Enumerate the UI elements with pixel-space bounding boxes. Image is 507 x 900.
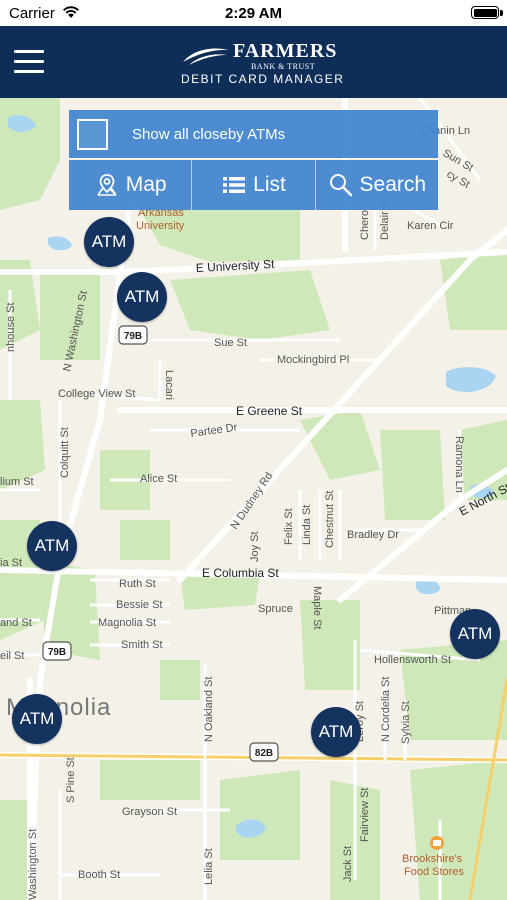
battery-tip [500,10,503,16]
street-label: Jack St [342,846,354,882]
street-label: Chero [359,210,371,240]
search-button[interactable]: Search [315,160,438,210]
map-view-label: Map [125,173,167,196]
show-all-label: Show all closeby ATMs [132,125,286,143]
street-label: Joy St [249,531,261,562]
street-label: Fairview St [359,788,371,842]
atm-marker[interactable]: ATM [117,272,167,322]
street-label: College View St [58,388,135,400]
map-view[interactable]: E University St Sue St Mockingbird Pl Co… [0,98,507,900]
street-label: lium St [0,476,34,488]
map-pin-icon [97,174,117,196]
route-shield: 82B [249,742,279,762]
street-label: Hollensworth St [374,654,451,666]
svg-text:79B: 79B [48,647,66,658]
map-canvas: E University St Sue St Mockingbird Pl Co… [0,98,507,900]
atm-marker[interactable]: ATM [450,609,500,659]
street-label: Karen Cir [407,220,454,232]
street-label: ia St [0,557,22,569]
street-label: Booth St [78,869,120,881]
street-label: Lacari [163,370,175,400]
poi-label: Brookshire's [402,853,463,865]
poi-label: University [136,220,185,232]
atm-marker[interactable]: ATM [84,217,134,267]
street-label: Colquitt St [59,427,71,478]
map-controls: Show all closeby ATMs Map List Search [69,110,438,210]
brand-subtitle: BANK & TRUST [251,62,316,71]
street-label: eil St [0,650,24,662]
brand-name: FARMERS [233,40,338,62]
street-label: nhouse St [5,302,17,352]
street-label: Smith St [121,639,163,651]
route-shield: 79B [42,641,72,661]
list-view-label: List [253,173,286,196]
street-label: Mockingbird Pl [277,354,349,366]
street-label: E Columbia St [202,566,279,580]
street-label: Felix St [283,508,295,545]
street-label: N Oakland St [203,677,215,742]
atm-marker[interactable]: ATM [12,694,62,744]
list-view-button[interactable]: List [192,160,316,210]
brand-swoosh-icon [183,48,229,65]
show-all-toggle[interactable]: Show all closeby ATMs [69,110,438,158]
street-label: Sue St [214,337,247,349]
map-view-button[interactable]: Map [69,160,193,210]
show-all-checkbox[interactable] [77,118,108,150]
status-time: 2:29 AM [225,5,282,22]
poi-label: Food Stores [404,866,464,878]
svg-text:79B: 79B [124,331,142,342]
street-label: Bradley Dr [347,529,399,541]
street-label: Washington St [27,829,39,900]
street-label: Grayson St [122,806,177,818]
street-label: Sylvia St [400,701,412,744]
battery-icon [471,6,499,19]
search-icon [329,174,352,197]
street-label: N Cordelia St [380,677,392,742]
menu-icon[interactable] [14,50,44,74]
street-label: Bessie St [116,599,162,611]
street-label: and St [0,617,32,629]
search-label: Search [359,173,427,196]
svg-text:82B: 82B [255,748,273,759]
street-label: Lelia St [203,848,215,885]
app-header: FARMERS BANK & TRUST DEBIT CARD MANAGER [0,26,507,98]
street-label: Linda St [301,505,313,545]
list-icon [223,177,246,193]
view-switcher: Map List Search [69,160,438,210]
street-label: E Greene St [236,404,303,418]
street-label: Magnolia St [98,617,156,629]
status-bar: Carrier 2:29 AM [0,0,507,26]
street-label: Ruth St [119,578,156,590]
street-label: Maple St [311,586,323,629]
street-label: Chestnut St [324,491,336,548]
street-label: Spruce [258,603,293,615]
route-shield: 79B [118,325,148,345]
brand-tagline: DEBIT CARD MANAGER [181,72,345,86]
brand-logo: FARMERS BANK & TRUST DEBIT CARD MANAGER [175,40,343,88]
atm-marker[interactable]: ATM [27,521,77,571]
street-label: Ramona Ln [453,436,465,493]
street-label: S Pine St [65,757,77,803]
street-label: Alice St [140,473,177,485]
atm-marker[interactable]: ATM [311,707,361,757]
grocery-icon [430,836,444,850]
